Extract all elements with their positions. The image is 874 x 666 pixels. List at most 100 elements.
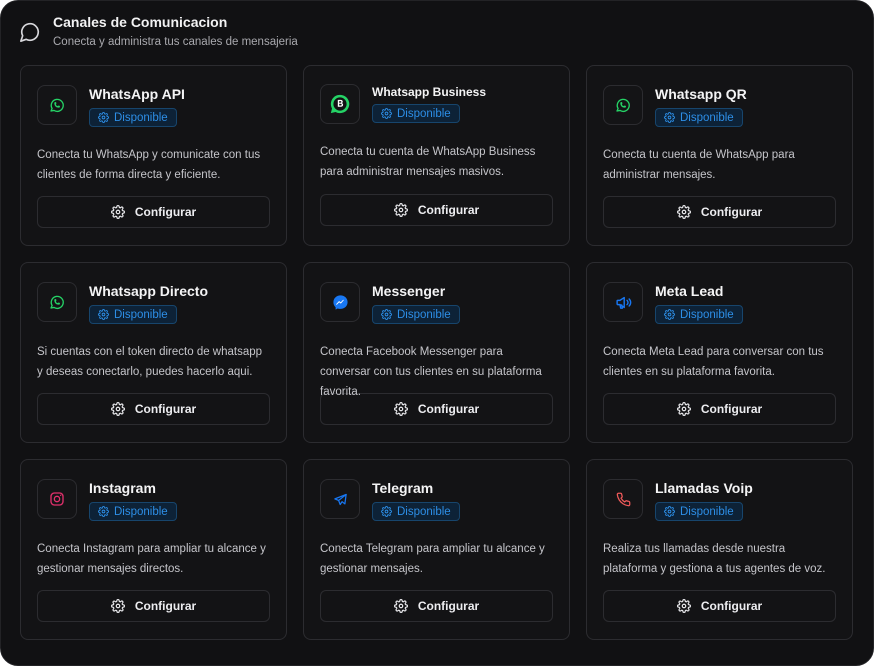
configure-button-label: Configurar — [417, 599, 480, 613]
configure-button[interactable]: Configurar — [37, 196, 270, 228]
channel-title: WhatsApp API — [89, 86, 185, 102]
channel-title: Meta Lead — [655, 283, 724, 299]
status-badge-label: Disponible — [397, 308, 451, 321]
channel-description: Conecta tu cuenta de WhatsApp Business p… — [320, 146, 536, 178]
gear-icon — [98, 506, 109, 517]
chat-bubble-icon — [20, 22, 40, 42]
status-badge-label: Disponible — [680, 111, 734, 124]
gear-icon — [676, 599, 691, 613]
gear-icon — [676, 205, 691, 219]
channel-card-whatsapp-business: Whatsapp Business Disponible Conecta tu … — [303, 65, 570, 246]
channel-card-whatsapp-qr: Whatsapp QR Disponible Conecta tu cuenta… — [586, 65, 853, 246]
channel-icon-box — [37, 85, 77, 125]
configure-button-label: Configurar — [700, 205, 763, 219]
channel-title: Whatsapp Business — [372, 85, 487, 99]
channel-icon-box — [603, 479, 643, 519]
gear-icon — [664, 112, 675, 123]
channel-card-instagram: Instagram Disponible Conecta Instagram p… — [20, 459, 287, 640]
channel-card-whatsapp-api: WhatsApp API Disponible Conecta tu Whats… — [20, 65, 287, 246]
status-badge: Disponible — [372, 305, 460, 324]
gear-icon — [110, 205, 125, 219]
channel-icon-box — [603, 85, 643, 125]
configure-button[interactable]: Configurar — [320, 194, 553, 226]
status-badge-label: Disponible — [397, 107, 451, 120]
status-badge: Disponible — [372, 502, 460, 521]
channel-icon-box — [37, 282, 77, 322]
channel-description: Conecta Meta Lead para conversar con tus… — [603, 346, 824, 378]
channel-description: Conecta Instagram para ampliar tu alcanc… — [37, 543, 266, 575]
status-badge: Disponible — [89, 502, 177, 521]
channel-description: Conecta Telegram para ampliar tu alcance… — [320, 543, 545, 575]
configure-button[interactable]: Configurar — [37, 393, 270, 425]
gear-icon — [98, 309, 109, 320]
configure-button[interactable]: Configurar — [603, 590, 836, 622]
gear-icon — [676, 402, 691, 416]
whatsapp-icon — [50, 98, 64, 113]
status-badge-label: Disponible — [397, 505, 451, 518]
channel-description: Conecta Facebook Messenger para conversa… — [320, 346, 542, 398]
configure-button-label: Configurar — [134, 205, 197, 219]
configure-button[interactable]: Configurar — [320, 590, 553, 622]
gear-icon — [381, 108, 392, 119]
gear-icon — [664, 506, 675, 517]
channel-title: Messenger — [372, 283, 446, 299]
status-badge-label: Disponible — [114, 505, 168, 518]
channel-description: Realiza tus llamadas desde nuestra plata… — [603, 543, 826, 575]
instagram-icon — [50, 492, 64, 506]
phone-icon — [616, 492, 630, 506]
channels-panel: Canales de Comunicacion Conecta y admini… — [0, 0, 874, 666]
gear-icon — [393, 599, 408, 613]
configure-button[interactable]: Configurar — [603, 196, 836, 228]
gear-icon — [393, 203, 408, 217]
channel-card-meta-lead: Meta Lead Disponible Conecta Meta Lead p… — [586, 262, 853, 443]
gear-icon — [664, 309, 675, 320]
megaphone-icon — [615, 296, 631, 309]
whatsapp-icon — [616, 98, 630, 113]
channel-card-llamadas-voip: Llamadas Voip Disponible Realiza tus lla… — [586, 459, 853, 640]
gear-icon — [393, 402, 408, 416]
configure-button-label: Configurar — [134, 599, 197, 613]
gear-icon — [381, 309, 392, 320]
status-badge-label: Disponible — [114, 111, 168, 124]
gear-icon — [381, 506, 392, 517]
configure-button[interactable]: Configurar — [37, 590, 270, 622]
page-subtitle: Conecta y administra tus canales de mens… — [53, 36, 298, 48]
configure-button-label: Configurar — [417, 203, 480, 217]
channel-icon-box — [37, 479, 77, 519]
status-badge: Disponible — [89, 108, 177, 127]
channel-icon-box — [320, 84, 360, 124]
configure-button-label: Configurar — [417, 402, 480, 416]
channel-title: Whatsapp QR — [655, 86, 747, 102]
configure-button-label: Configurar — [700, 599, 763, 613]
configure-button-label: Configurar — [700, 402, 763, 416]
status-badge: Disponible — [372, 104, 460, 123]
status-badge: Disponible — [89, 305, 177, 324]
status-badge: Disponible — [655, 305, 743, 324]
channel-card-whatsapp-directo: Whatsapp Directo Disponible Si cuentas c… — [20, 262, 287, 443]
whatsapp-icon — [50, 295, 64, 310]
channel-title: Telegram — [372, 480, 434, 496]
status-badge-label: Disponible — [680, 505, 734, 518]
gear-icon — [110, 599, 125, 613]
channels-grid: WhatsApp API Disponible Conecta tu Whats… — [20, 65, 853, 640]
page-title: Canales de Comunicacion — [53, 14, 228, 30]
channel-icon-box — [320, 479, 360, 519]
configure-button-label: Configurar — [134, 402, 197, 416]
panel-header: Canales de Comunicacion Conecta y admini… — [19, 13, 298, 53]
channel-title: Instagram — [89, 480, 156, 496]
status-badge: Disponible — [655, 108, 743, 127]
channel-card-messenger: Messenger Disponible Conecta Facebook Me… — [303, 262, 570, 443]
channel-title: Llamadas Voip — [655, 480, 753, 496]
status-badge-label: Disponible — [114, 308, 168, 321]
gear-icon — [110, 402, 125, 416]
telegram-icon — [333, 493, 347, 505]
messenger-icon — [332, 294, 348, 310]
configure-button[interactable]: Configurar — [603, 393, 836, 425]
channel-description: Conecta tu WhatsApp y comunicate con tus… — [37, 149, 261, 181]
status-badge-label: Disponible — [680, 308, 734, 321]
channel-description: Si cuentas con el token directo de whats… — [37, 346, 263, 378]
whatsapp-business-icon — [330, 94, 350, 114]
channel-icon-box — [320, 282, 360, 322]
status-badge: Disponible — [655, 502, 743, 521]
channel-icon-box — [603, 282, 643, 322]
